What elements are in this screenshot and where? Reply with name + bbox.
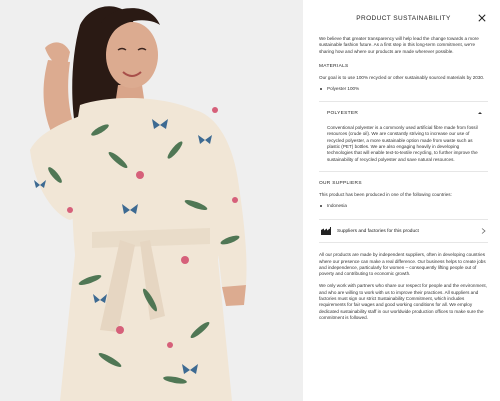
polyester-heading: POLYESTER (327, 110, 359, 116)
materials-heading: MATERIALS (319, 63, 349, 69)
intro-text: We believe that greater transparency wil… (319, 36, 479, 54)
suppliers-link-label: Suppliers and factories for this product (337, 228, 419, 234)
materials-text: Our goal is to use 100% recycled or othe… (319, 74, 485, 80)
chevron-right-icon (481, 228, 486, 235)
panel-title: PRODUCT SUSTAINABILITY (356, 14, 451, 22)
sustainability-panel: PRODUCT SUSTAINABILITY We believe that g… (303, 0, 500, 401)
close-icon (478, 14, 486, 22)
footer-paragraph-2: We only work with partners who share our… (319, 283, 487, 320)
suppliers-heading: OUR SUPPLIERS (319, 180, 362, 186)
polyester-text: Conventional polyester is a commonly use… (327, 125, 478, 162)
suppliers-text: This product has been produced in one of… (319, 191, 452, 197)
product-photo (0, 0, 303, 401)
caret-up-icon (478, 112, 482, 115)
material-item: Polyester 100% (319, 86, 488, 92)
close-button[interactable] (476, 12, 488, 24)
factory-icon (321, 227, 331, 236)
footer-paragraph-1: All our products are made by independent… (319, 252, 486, 277)
panel-header: PRODUCT SUSTAINABILITY (319, 0, 488, 36)
polyester-accordion-toggle[interactable]: POLYESTER (319, 109, 488, 117)
suppliers-factories-link[interactable]: Suppliers and factories for this product (319, 219, 488, 244)
supplier-country: Indonesia (319, 203, 488, 209)
polyester-accordion: POLYESTER Conventional polyester is a co… (319, 101, 488, 172)
model-wearing-dress-illustration (0, 0, 303, 401)
